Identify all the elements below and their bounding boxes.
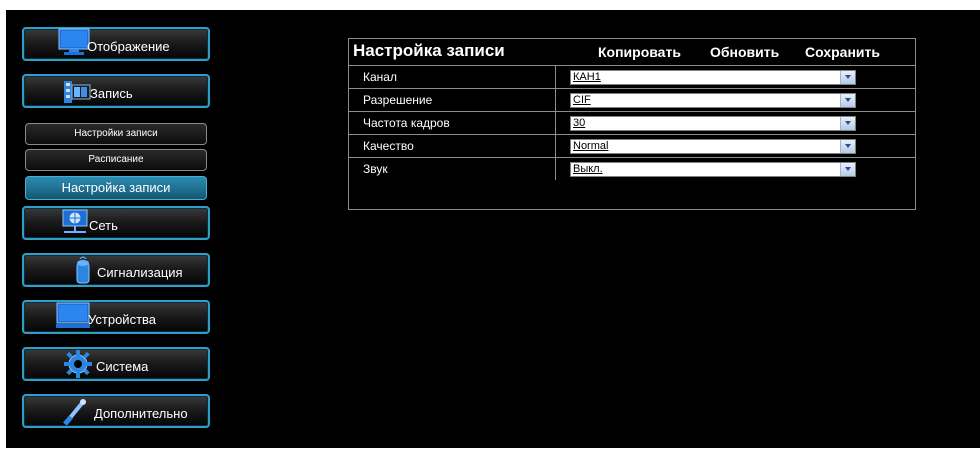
nav-display-button[interactable]: Отображение (22, 27, 210, 61)
nav-network-button[interactable]: Сеть (22, 206, 210, 240)
row-divider (555, 158, 556, 180)
save-button[interactable]: Сохранить (805, 44, 880, 60)
film-icon (64, 81, 91, 103)
nav-devices-label: Устройства (88, 312, 157, 327)
nav-devices-button[interactable]: Устройства (22, 300, 210, 334)
row-resolution: Разрешение CIF (349, 88, 915, 111)
quality-select[interactable]: Normal (570, 139, 856, 154)
network-icon (62, 209, 88, 233)
chevron-down-icon[interactable] (840, 71, 855, 84)
nav-advanced-button[interactable]: Дополнительно (22, 394, 210, 428)
sub-record-settings[interactable]: Настройки записи (25, 123, 207, 145)
sub-schedule[interactable]: Расписание (25, 149, 207, 171)
row-divider (555, 135, 556, 157)
audio-value: Выкл. (573, 163, 603, 175)
nav-network-label: Сеть (89, 218, 118, 233)
audio-select[interactable]: Выкл. (570, 162, 856, 177)
quality-value: Normal (573, 140, 609, 152)
row-quality: Качество Normal (349, 134, 915, 157)
alarm-icon (76, 256, 90, 284)
record-settings-panel: Настройка записи Копировать Обновить Сох… (348, 38, 916, 210)
framerate-select[interactable]: 30 (570, 116, 856, 131)
resolution-select[interactable]: CIF (570, 93, 856, 108)
panel-title: Настройка записи (353, 41, 505, 60)
quality-label: Качество (363, 139, 414, 153)
row-audio: Звук Выкл. (349, 157, 915, 180)
monitor-icon (58, 28, 90, 55)
row-divider (555, 112, 556, 134)
nav-system-label: Система (96, 359, 149, 374)
chevron-down-icon[interactable] (840, 117, 855, 130)
audio-label: Звук (363, 162, 388, 176)
framerate-value: 30 (573, 117, 586, 129)
sub-record-setup-active[interactable]: Настройка записи (25, 176, 207, 200)
resolution-value: CIF (573, 94, 591, 106)
chevron-down-icon[interactable] (840, 163, 855, 176)
row-channel: Канал КАН1 (349, 65, 915, 88)
nav-advanced-label: Дополнительно (94, 406, 188, 421)
panel-header: Настройка записи Копировать Обновить Сох… (349, 39, 915, 65)
device-icon (56, 302, 90, 328)
chevron-down-icon[interactable] (840, 94, 855, 107)
nav-record-button[interactable]: Запись (22, 74, 210, 108)
tool-icon (63, 399, 86, 426)
chevron-down-icon[interactable] (840, 140, 855, 153)
nav-system-button[interactable]: Система (22, 347, 210, 381)
channel-label: Канал (363, 70, 397, 84)
refresh-button[interactable]: Обновить (710, 44, 779, 60)
app-window: Отображение Запись Настройки записи Расп… (6, 10, 980, 448)
row-divider (555, 66, 556, 88)
row-framerate: Частота кадров 30 (349, 111, 915, 134)
nav-display-label: Отображение (87, 39, 170, 54)
gear-icon (64, 350, 92, 378)
nav-alarm-button[interactable]: Сигнализация (22, 253, 210, 287)
copy-button[interactable]: Копировать (598, 44, 681, 60)
resolution-label: Разрешение (363, 93, 433, 107)
nav-alarm-label: Сигнализация (97, 265, 183, 280)
nav-record-label: Запись (90, 86, 133, 101)
channel-value: КАН1 (573, 71, 601, 83)
row-divider (555, 89, 556, 111)
framerate-label: Частота кадров (363, 116, 450, 130)
channel-select[interactable]: КАН1 (570, 70, 856, 85)
